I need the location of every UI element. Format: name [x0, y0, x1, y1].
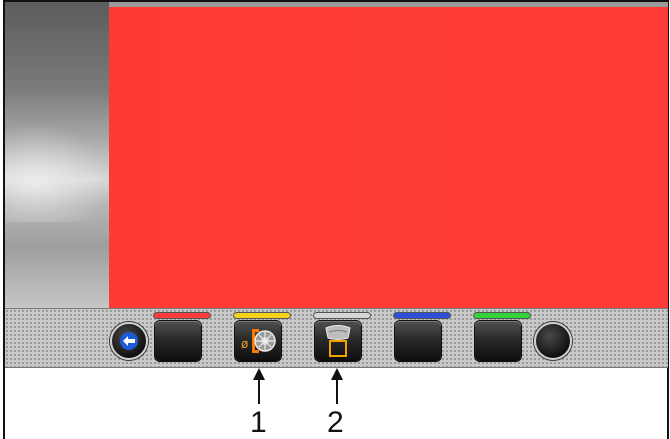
softkey-blue[interactable] — [393, 312, 451, 365]
back-button[interactable] — [110, 322, 148, 360]
softkey-green[interactable] — [473, 312, 531, 365]
red-display-area — [109, 7, 668, 308]
callout-annotations: 1 2 — [0, 368, 670, 439]
softkey-toolbar: ø — [5, 308, 668, 368]
yellow-key-indicator — [233, 312, 291, 319]
display-screen — [5, 2, 668, 308]
softkey-white[interactable] — [313, 312, 371, 365]
callout-label-1: 1 — [250, 406, 267, 439]
softkey-face — [395, 321, 441, 361]
softkey-face — [475, 321, 521, 361]
blue-key-indicator — [393, 312, 451, 319]
callout-label-2: 2 — [327, 406, 344, 439]
softkey-face — [155, 321, 201, 361]
round-function-button[interactable] — [534, 322, 572, 360]
red-key-indicator — [153, 312, 211, 319]
back-arrow-icon — [120, 332, 138, 350]
callout-arrow-1 — [253, 368, 265, 404]
callout-arrow-2 — [331, 368, 343, 404]
svg-text:ø: ø — [241, 337, 248, 351]
softkey-red[interactable] — [153, 312, 211, 365]
wheel-profile-icon — [325, 325, 351, 357]
wheel-image-panel — [5, 2, 109, 308]
softkey-yellow[interactable]: ø — [233, 312, 291, 365]
white-key-indicator — [313, 312, 371, 319]
rim-diameter-icon: ø — [241, 329, 276, 353]
green-key-indicator — [473, 312, 531, 319]
